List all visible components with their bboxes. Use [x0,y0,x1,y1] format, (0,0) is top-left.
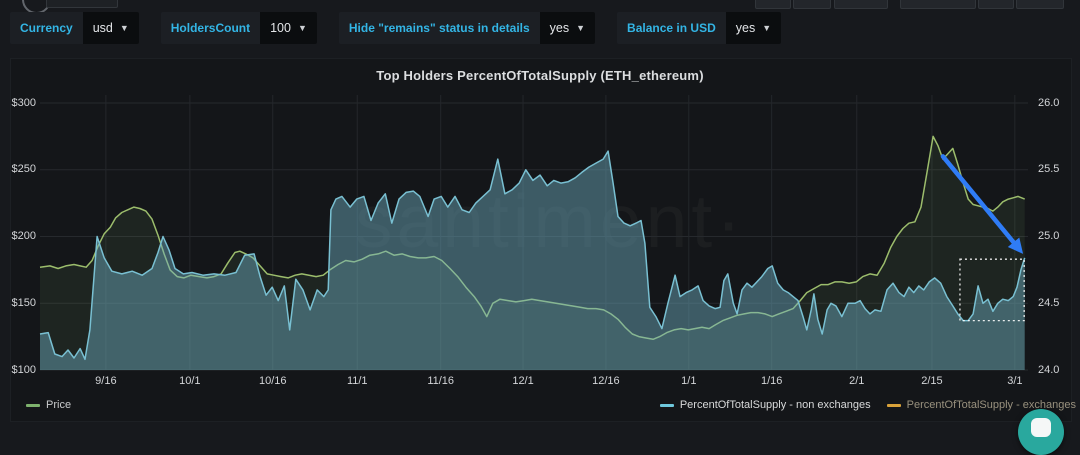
control-value: yes [736,21,755,35]
topbar-button-stub[interactable] [978,0,1014,9]
topbar-button-stub[interactable] [834,0,888,9]
topbar-button-stub[interactable] [793,0,831,9]
control-label: Currency [10,12,83,44]
dashboard-controls: Currencyusd▼HoldersCount100▼Hide "remain… [10,12,781,44]
control-value: 100 [270,21,291,35]
legend-label: Price [46,399,71,411]
control-label: Balance in USD [617,12,726,44]
legend-dash-icon [887,404,901,407]
y-right-tick: 24.5 [1038,297,1059,309]
y-left-tick: $250 [0,163,36,175]
control-group-3: Balance in USD yes ▼ [617,12,781,44]
legend-left: Price [26,399,71,411]
control-dropdown[interactable]: yes ▼ [540,12,595,44]
control-dropdown[interactable]: usd ▼ [83,12,139,44]
x-tick: 10/16 [259,375,287,387]
legend-label: PercentOfTotalSupply - non exchanges [680,399,871,411]
x-tick: 10/1 [179,375,200,387]
control-group-2: Hide "remains" status in details yes ▼ [339,12,595,44]
control-label: HoldersCount [161,12,260,44]
y-left-tick: $200 [0,230,36,242]
x-tick: 2/1 [849,375,864,387]
y-left-tick: $300 [0,97,36,109]
legend-dash-icon [26,404,40,407]
legend-dash-icon [660,404,674,407]
x-tick: 3/1 [1007,375,1022,387]
control-group-1: HoldersCount 100 ▼ [161,12,317,44]
watermark: santiment· [355,178,745,264]
chevron-down-icon: ▼ [762,24,771,33]
chat-icon [1031,418,1051,437]
control-value: usd [93,21,113,35]
x-tick: 1/1 [681,375,696,387]
legend-label: PercentOfTotalSupply - exchanges [907,399,1076,411]
y-right-tick: 24.0 [1038,364,1059,376]
chevron-down-icon: ▼ [576,24,585,33]
topbar-button-stub[interactable] [46,0,118,8]
x-tick: 11/16 [427,375,454,387]
y-right-tick: 25.5 [1038,163,1059,175]
grafana-dashboard: { "topbar": {"stubs": [{"x":755,"w":34},… [0,0,1080,430]
control-label: Hide "remains" status in details [339,12,540,44]
topbar-button-stub[interactable] [755,0,791,9]
y-right-tick: 25.0 [1038,230,1059,242]
panel-title[interactable]: Top Holders PercentOfTotalSupply (ETH_et… [0,68,1080,83]
chevron-down-icon: ▼ [120,24,129,33]
x-tick: 9/16 [95,375,116,387]
control-value: yes [550,21,569,35]
control-dropdown[interactable]: yes ▼ [726,12,781,44]
topbar-button-stub[interactable] [900,0,976,9]
legend-item[interactable]: PercentOfTotalSupply - non exchanges [660,399,871,411]
x-tick: 2/15 [921,375,942,387]
chevron-down-icon: ▼ [298,24,307,33]
x-tick: 1/16 [761,375,782,387]
y-left-tick: $150 [0,297,36,309]
control-group-0: Currency usd ▼ [10,12,139,44]
x-tick: 11/1 [347,375,368,387]
legend-right: PercentOfTotalSupply - non exchanges Perc… [660,399,1076,411]
y-left-tick: $100 [0,364,36,376]
x-tick: 12/16 [592,375,620,387]
legend-item[interactable]: Price [26,399,71,411]
topbar-button-stub[interactable] [1016,0,1064,9]
x-tick: 12/1 [512,375,533,387]
y-right-tick: 26.0 [1038,97,1059,109]
control-dropdown[interactable]: 100 ▼ [260,12,317,44]
chat-bubble-button[interactable] [1018,409,1064,455]
